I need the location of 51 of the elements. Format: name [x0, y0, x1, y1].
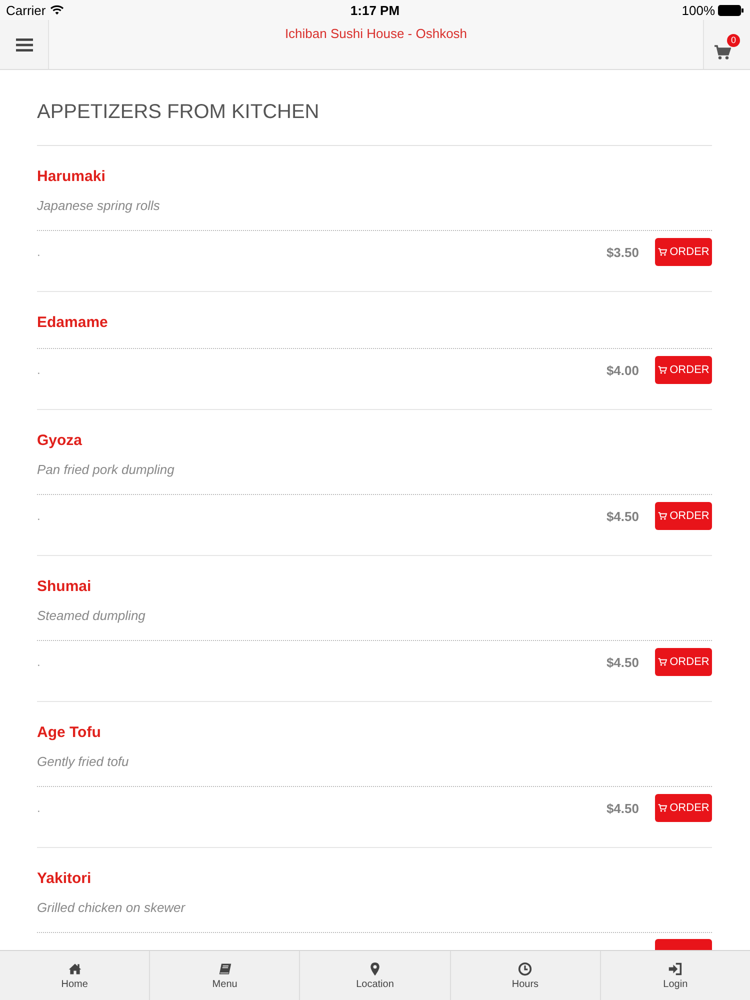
wifi-icon	[50, 5, 64, 15]
item-note: .	[37, 801, 40, 815]
cart-icon	[658, 658, 667, 666]
clock-icon	[518, 962, 532, 976]
restaurant-title: Ichiban Sushi House - Oshkosh	[284, 26, 468, 42]
item-note: .	[37, 509, 40, 523]
tab-bar-item[interactable]: Menu	[149, 951, 300, 1000]
order-button[interactable]: ORDER	[655, 794, 712, 822]
item-note: .	[37, 245, 40, 259]
item-name: Shumai	[37, 577, 92, 597]
battery-icon	[718, 4, 744, 16]
cart-count-badge: 0	[727, 34, 740, 46]
map-pin-icon	[368, 962, 382, 976]
item-description: Pan fried pork dumpling	[37, 462, 174, 477]
item-price: $4.00	[606, 362, 639, 378]
item-name: Gyoza	[37, 431, 82, 451]
cart-icon	[658, 804, 667, 812]
tab-bar-item[interactable]: Login	[600, 951, 750, 1000]
item-note: .	[37, 655, 40, 669]
item-description: Gently fried tofu	[37, 754, 129, 769]
carrier-label: Carrier	[6, 2, 46, 18]
item-note: .	[37, 363, 40, 377]
battery-percent: 100%	[682, 2, 715, 18]
item-price: $4.50	[606, 654, 639, 670]
cart-icon	[658, 248, 667, 256]
tab-bar-item[interactable]: Hours	[450, 951, 600, 1000]
item-description: Grilled chicken on skewer	[37, 900, 186, 915]
login-icon	[668, 962, 682, 976]
tab-bar-item[interactable]: Location	[299, 951, 450, 1000]
menu-icon	[16, 38, 32, 52]
item-price: $3.50	[606, 244, 639, 260]
status-time: 1:17 PM	[350, 2, 400, 18]
item-price: $4.50	[606, 508, 639, 524]
item-name: Harumaki	[37, 167, 106, 187]
item-name: Yakitori	[37, 869, 92, 889]
order-button[interactable]: ORDER	[655, 238, 712, 266]
item-description: Japanese spring rolls	[37, 198, 160, 213]
item-name: Edamame	[37, 313, 108, 333]
section-heading: APPETIZERS FROM KITCHEN	[37, 100, 320, 125]
tab-bar-item[interactable]: Home	[0, 951, 150, 1000]
cart-icon	[658, 512, 667, 520]
order-button[interactable]: ORDER	[655, 356, 712, 384]
item-price: $4.50	[606, 800, 639, 816]
cart-icon	[714, 44, 731, 60]
house-icon	[68, 962, 82, 976]
order-button[interactable]: ORDER	[655, 648, 712, 676]
book-icon	[218, 962, 232, 976]
order-button[interactable]: ORDER	[655, 502, 712, 530]
item-description: Steamed dumpling	[37, 608, 146, 623]
item-name: Age Tofu	[37, 723, 101, 743]
cart-icon	[658, 366, 667, 374]
